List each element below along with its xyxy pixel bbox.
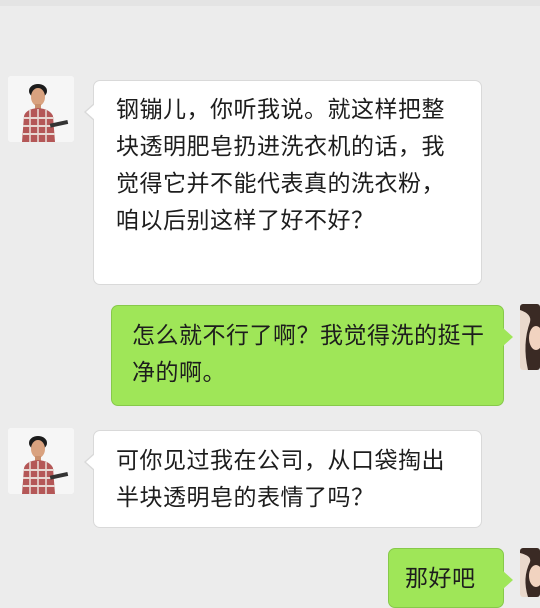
top-divider [0,0,540,6]
incoming-message-bubble[interactable]: 可你见过我在公司，从口袋掏出半块透明皂的表情了吗？ [84,430,482,528]
outgoing-message-bubble[interactable]: 那好吧 [388,548,513,608]
message-text: 怎么就不行了啊？我觉得洗的挺干净的啊。 [132,323,485,386]
man-plaid-shirt-avatar[interactable] [8,76,74,142]
message-text: 那好吧 [405,566,476,592]
woman-avatar[interactable] [520,304,540,370]
man-plaid-shirt-avatar[interactable] [8,428,74,494]
woman-avatar[interactable] [520,548,540,597]
outgoing-message-bubble[interactable]: 怎么就不行了啊？我觉得洗的挺干净的啊。 [111,305,513,406]
incoming-message-bubble[interactable]: 钢镚儿，你听我说。就这样把整块透明肥皂扔进洗衣机的话，我觉得它并不能代表真的洗衣… [84,80,482,285]
message-text: 可你见过我在公司，从口袋掏出半块透明皂的表情了吗？ [116,448,445,511]
message-text: 钢镚儿，你听我说。就这样把整块透明肥皂扔进洗衣机的话，我觉得它并不能代表真的洗衣… [116,97,445,234]
